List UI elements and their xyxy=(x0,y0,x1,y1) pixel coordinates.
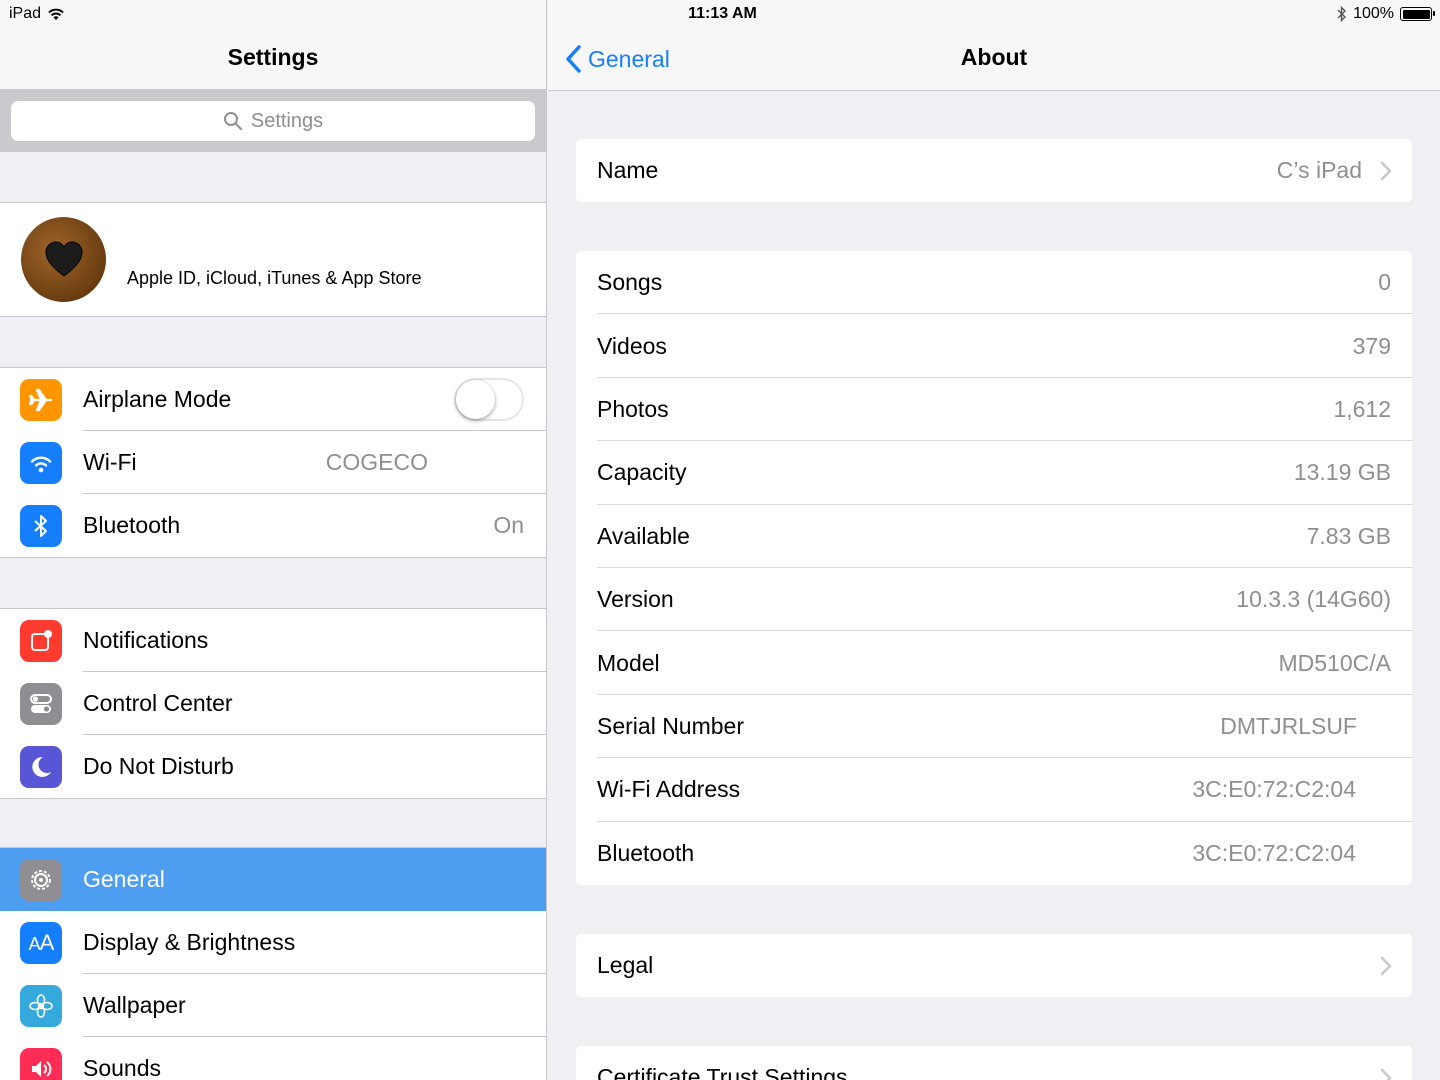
info-row-capacity: Capacity 13.19 GB xyxy=(576,441,1412,505)
info-row-available: Available 7.83 GB xyxy=(576,505,1412,568)
row-value: 0 xyxy=(1378,269,1391,296)
battery-icon xyxy=(1400,7,1435,21)
info-row-model[interactable]: Model MD510C/A xyxy=(576,631,1412,695)
sidebar-item-airplane-mode[interactable]: Airplane Mode xyxy=(0,368,546,431)
sidebar-item-do-not-disturb[interactable]: Do Not Disturb xyxy=(0,735,546,798)
row-value: 13.19 GB xyxy=(1293,459,1391,486)
row-label: Bluetooth xyxy=(597,839,695,866)
clock: 11:13 AM xyxy=(688,5,757,22)
sidebar-item-label: General xyxy=(83,866,165,892)
display-brightness-icon: AA xyxy=(20,921,62,964)
row-label: Photos xyxy=(597,395,669,422)
legal-row[interactable]: Legal xyxy=(576,934,1412,997)
settings-sidebar: Settings Settings Apple ID, iCloud, iTun… xyxy=(0,0,547,1080)
chevron-right-icon xyxy=(1380,956,1392,976)
legal-card: Legal xyxy=(576,934,1412,998)
notifications-icon xyxy=(20,619,62,662)
chevron-right-icon xyxy=(1380,1068,1392,1080)
connectivity-group: Airplane Mode Wi-Fi COGECO Bluetooth On xyxy=(0,367,546,558)
airplane-icon xyxy=(20,378,62,421)
sidebar-item-label: Wi-Fi xyxy=(83,449,137,475)
info-row-wifi-address: Wi-Fi Address 3C:E0:72:C2:04 xyxy=(576,758,1412,822)
sidebar-item-label: Bluetooth xyxy=(83,512,181,538)
sidebar-item-wifi[interactable]: Wi-Fi COGECO xyxy=(0,431,546,494)
info-row-version: Version 10.3.3 (14G60) xyxy=(576,568,1412,632)
device-name-value: C’s iPad xyxy=(1276,157,1362,184)
apple-id-row[interactable]: Apple ID, iCloud, iTunes & App Store xyxy=(0,203,546,316)
sidebar-item-control-center[interactable]: Control Center xyxy=(0,672,546,735)
heart-icon xyxy=(44,240,83,277)
sounds-icon xyxy=(20,1047,62,1080)
name-row[interactable]: Name C’s iPad xyxy=(576,139,1412,202)
chevron-right-icon xyxy=(1380,161,1392,181)
device-info-card: Songs 0 Videos 379 Photos 1,612 Capacity 13.… xyxy=(576,251,1412,885)
info-row-bluetooth: Bluetooth 3C:E0:72:C2:04 xyxy=(576,822,1412,885)
sidebar-item-label: Sounds xyxy=(83,1055,162,1080)
status-bar: iPad 11:13 AM 100% xyxy=(0,0,1440,28)
bluetooth-status-icon xyxy=(1337,6,1347,22)
row-label: Name xyxy=(597,157,659,184)
row-value: 1,612 xyxy=(1333,395,1391,422)
row-label: Model xyxy=(597,649,660,676)
wallpaper-icon xyxy=(20,984,62,1027)
sidebar-item-label: Wallpaper xyxy=(83,992,186,1018)
certificate-card: Certificate Trust Settings xyxy=(576,1046,1412,1080)
info-row-videos: Videos 379 xyxy=(576,314,1412,378)
row-label: Legal xyxy=(597,952,654,979)
airplane-mode-toggle[interactable] xyxy=(454,378,524,421)
row-label: Serial Number xyxy=(597,712,744,739)
sidebar-item-sounds[interactable]: Sounds xyxy=(0,1037,546,1080)
search-icon xyxy=(223,112,242,130)
sidebar-item-label: Do Not Disturb xyxy=(83,753,234,779)
sidebar-item-label: Display & Brightness xyxy=(83,929,296,955)
certificate-trust-settings-row[interactable]: Certificate Trust Settings xyxy=(576,1046,1412,1080)
info-row-serial-number: Serial Number DMTJRLSUF xyxy=(576,695,1412,759)
sidebar-item-wallpaper[interactable]: Wallpaper xyxy=(0,974,546,1037)
apple-id-subtitle: Apple ID, iCloud, iTunes & App Store xyxy=(127,268,422,288)
search-input[interactable]: Settings xyxy=(11,101,535,141)
search-bar-container: Settings xyxy=(0,90,546,152)
row-value: 3C:E0:72:C2:04 xyxy=(1192,776,1356,803)
sidebar-item-bluetooth[interactable]: Bluetooth On xyxy=(0,494,546,557)
wifi-network-value: COGECO xyxy=(325,449,428,475)
sidebar-title: Settings xyxy=(227,44,319,70)
bluetooth-status-value: On xyxy=(493,512,524,538)
sidebar-item-general[interactable]: General xyxy=(0,848,546,911)
page-title: About xyxy=(960,44,1028,70)
info-row-photos: Photos 1,612 xyxy=(576,378,1412,442)
profile-group: Apple ID, iCloud, iTunes & App Store xyxy=(0,202,546,317)
sidebar-item-label: Control Center xyxy=(83,690,233,716)
row-label: Capacity xyxy=(597,459,687,486)
row-label: Version xyxy=(597,586,674,613)
row-value: DMTJRLSUF xyxy=(1220,712,1357,739)
wifi-icon xyxy=(20,441,62,484)
gear-icon xyxy=(20,858,62,901)
battery-percent: 100% xyxy=(1353,5,1394,22)
row-label: Videos xyxy=(597,332,667,359)
info-row-songs: Songs 0 xyxy=(576,251,1412,315)
name-card: Name C’s iPad xyxy=(576,139,1412,203)
control-center-icon xyxy=(20,682,62,725)
row-value: 7.83 GB xyxy=(1306,522,1391,549)
notifications-group: Notifications Control Center Do Not Dist… xyxy=(0,608,546,799)
about-detail-pane: General About Name C’s iPad Songs 0 Video… xyxy=(548,0,1440,1080)
search-placeholder: Settings xyxy=(250,109,324,132)
moon-icon xyxy=(20,745,62,788)
row-label: Certificate Trust Settings xyxy=(597,1064,848,1080)
bluetooth-icon xyxy=(20,504,62,547)
row-value: MD510C/A xyxy=(1278,649,1391,676)
row-value: 379 xyxy=(1352,332,1391,359)
row-label: Available xyxy=(597,522,690,549)
sidebar-item-label: Notifications xyxy=(83,627,209,653)
row-value: 10.3.3 (14G60) xyxy=(1236,586,1391,613)
row-label: Wi-Fi Address xyxy=(597,776,741,803)
sidebar-item-notifications[interactable]: Notifications xyxy=(0,609,546,672)
avatar xyxy=(21,217,106,302)
row-label: Songs xyxy=(597,269,663,296)
sidebar-item-label: Airplane Mode xyxy=(83,386,232,412)
sidebar-item-display-brightness[interactable]: AA Display & Brightness xyxy=(0,911,546,974)
general-group: General AA Display & Brightness Wallpape… xyxy=(0,847,546,1080)
row-value: 3C:E0:72:C2:04 xyxy=(1192,839,1356,866)
